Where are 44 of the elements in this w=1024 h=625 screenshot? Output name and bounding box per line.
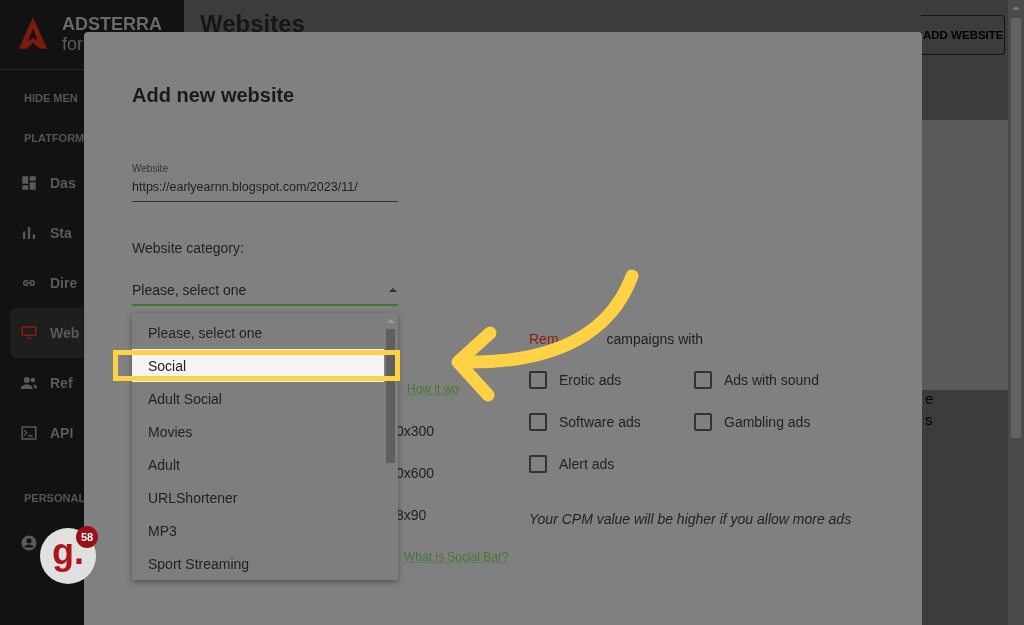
checkbox[interactable] [694, 371, 712, 389]
terminal-icon [20, 424, 38, 442]
sidebar-item[interactable]: Web [10, 308, 84, 358]
checkbox-label: Alert ads [559, 456, 615, 472]
dropdown-option[interactable]: Adult [132, 448, 384, 481]
sidebar-item[interactable]: Das [20, 158, 76, 208]
category-dropdown[interactable]: Please, select one [132, 278, 398, 306]
checkbox[interactable] [694, 413, 712, 431]
dropdown-option[interactable]: Adult Social [132, 382, 384, 415]
checkbox[interactable] [529, 413, 547, 431]
checkbox-label: Gambling ads [724, 414, 811, 430]
dropdown-option[interactable]: Sport Streaming [132, 547, 384, 580]
checkbox-label: Erotic ads [559, 372, 622, 388]
hide-menu-link[interactable]: HIDE MEN [24, 78, 78, 118]
checkbox[interactable] [529, 371, 547, 389]
sidebar-item[interactable]: Sta [20, 208, 72, 258]
section-title: PERSONAL [24, 491, 86, 506]
text-fragment: s [924, 411, 933, 428]
bar-chart-icon [20, 224, 38, 242]
hint-text: Your CPM value will be higher if you allow more ads [529, 511, 853, 527]
brand-name: ADSTERRA [62, 15, 162, 33]
brand-tagline: for [62, 35, 83, 53]
people-icon [20, 374, 38, 392]
dropdown-option[interactable]: URLShortener [132, 481, 384, 514]
sidebar-item[interactable]: Dire [20, 258, 78, 308]
sidebar-item[interactable]: Ref [20, 358, 73, 408]
field-label: Website [132, 163, 169, 174]
website-field[interactable]: https://earlyearnn.blogspot.com/2023/11/ [132, 174, 398, 202]
checkbox-label: Software ads [559, 414, 641, 430]
user-icon [20, 534, 38, 552]
section-heading: campaigns with [606, 331, 704, 347]
dashboard-icon [20, 174, 38, 192]
checkbox[interactable] [529, 455, 547, 473]
section-title: PLATFORM [24, 131, 85, 146]
text-fragment: e [924, 390, 934, 407]
checkbox-label: Ads with sound [724, 372, 819, 388]
field-label: Website category: [132, 240, 245, 256]
dropdown-option[interactable]: Movies [132, 415, 384, 448]
remove-label: Rem [529, 331, 559, 347]
dialog-title: Add new website [132, 84, 296, 107]
dropdown-option[interactable]: Please, select one [132, 316, 384, 349]
sidebar-item[interactable]: API [20, 408, 74, 458]
dropdown-option[interactable]: MP3 [132, 514, 384, 547]
monitor-icon [20, 324, 38, 342]
